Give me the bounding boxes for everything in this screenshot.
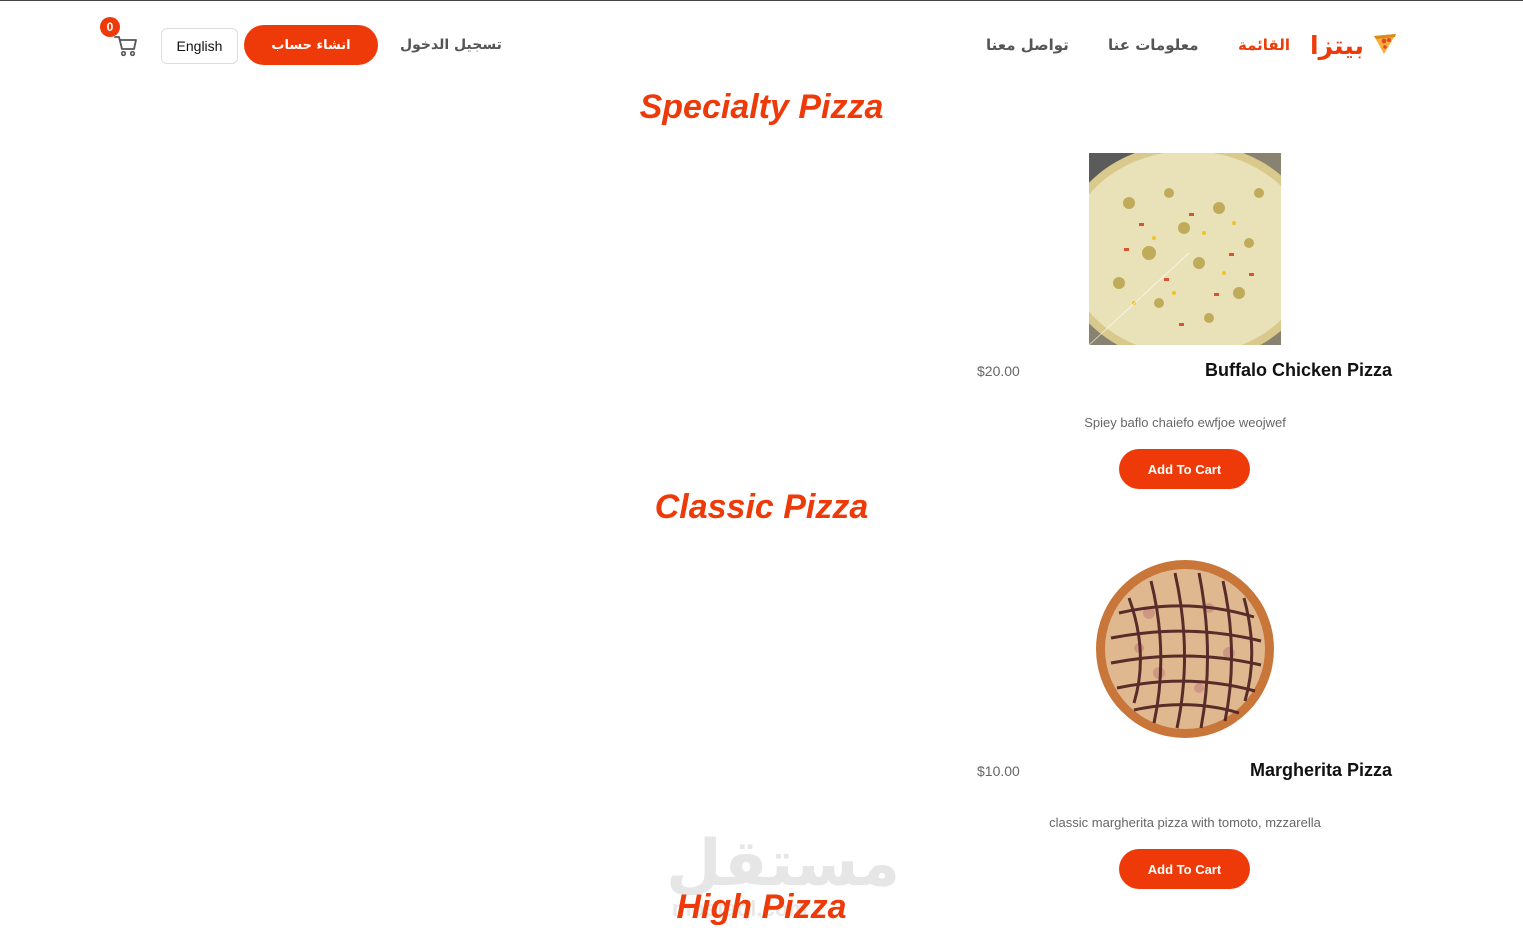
brand-logo[interactable]: بيتزا	[1310, 31, 1398, 60]
product-description: classic margherita pizza with tomoto, mz…	[1049, 815, 1321, 830]
product-card: Buffalo Chicken Pizza $20.00 Spiey baflo…	[960, 153, 1410, 493]
pizza-slice-icon	[1372, 32, 1398, 60]
add-to-cart-button[interactable]: Add To Cart	[1119, 449, 1250, 489]
signup-button[interactable]: انشاء حساب	[244, 25, 378, 65]
nav-contact-link[interactable]: تواصل معنا	[986, 36, 1069, 54]
watermark-arabic: مستقل	[666, 827, 901, 901]
section-title-specialty: Specialty Pizza	[639, 88, 884, 126]
product-price: $10.00	[977, 763, 1020, 779]
brand-name: بيتزا	[1310, 31, 1364, 60]
product-description: Spiey baflo chaiefo ewfjoe weojwef	[1084, 415, 1286, 430]
section-title-classic: Classic Pizza	[654, 488, 869, 526]
site-header: بيتزا القائمة معلومات عنا تواصل معنا تسج…	[0, 1, 1523, 89]
language-button[interactable]: English	[161, 28, 238, 64]
cart-button[interactable]: 0	[100, 17, 144, 61]
login-link[interactable]: تسجيل الدخول	[400, 37, 502, 53]
margherita-pizza-image[interactable]	[1089, 553, 1281, 745]
product-name: Margherita Pizza	[1249, 760, 1392, 780]
cart-icon	[114, 35, 138, 61]
product-price: $20.00	[977, 363, 1020, 379]
section-title-high: High Pizza	[676, 888, 847, 926]
product-card: Margherita Pizza $10.00 classic margheri…	[960, 553, 1410, 893]
nav-menu-link[interactable]: القائمة	[1238, 36, 1290, 54]
buffalo-chicken-pizza-image[interactable]	[1089, 153, 1281, 345]
nav-about-link[interactable]: معلومات عنا	[1108, 36, 1199, 54]
product-name: Buffalo Chicken Pizza	[1204, 360, 1392, 380]
cart-count-badge: 0	[100, 17, 120, 37]
add-to-cart-button[interactable]: Add To Cart	[1119, 849, 1250, 889]
